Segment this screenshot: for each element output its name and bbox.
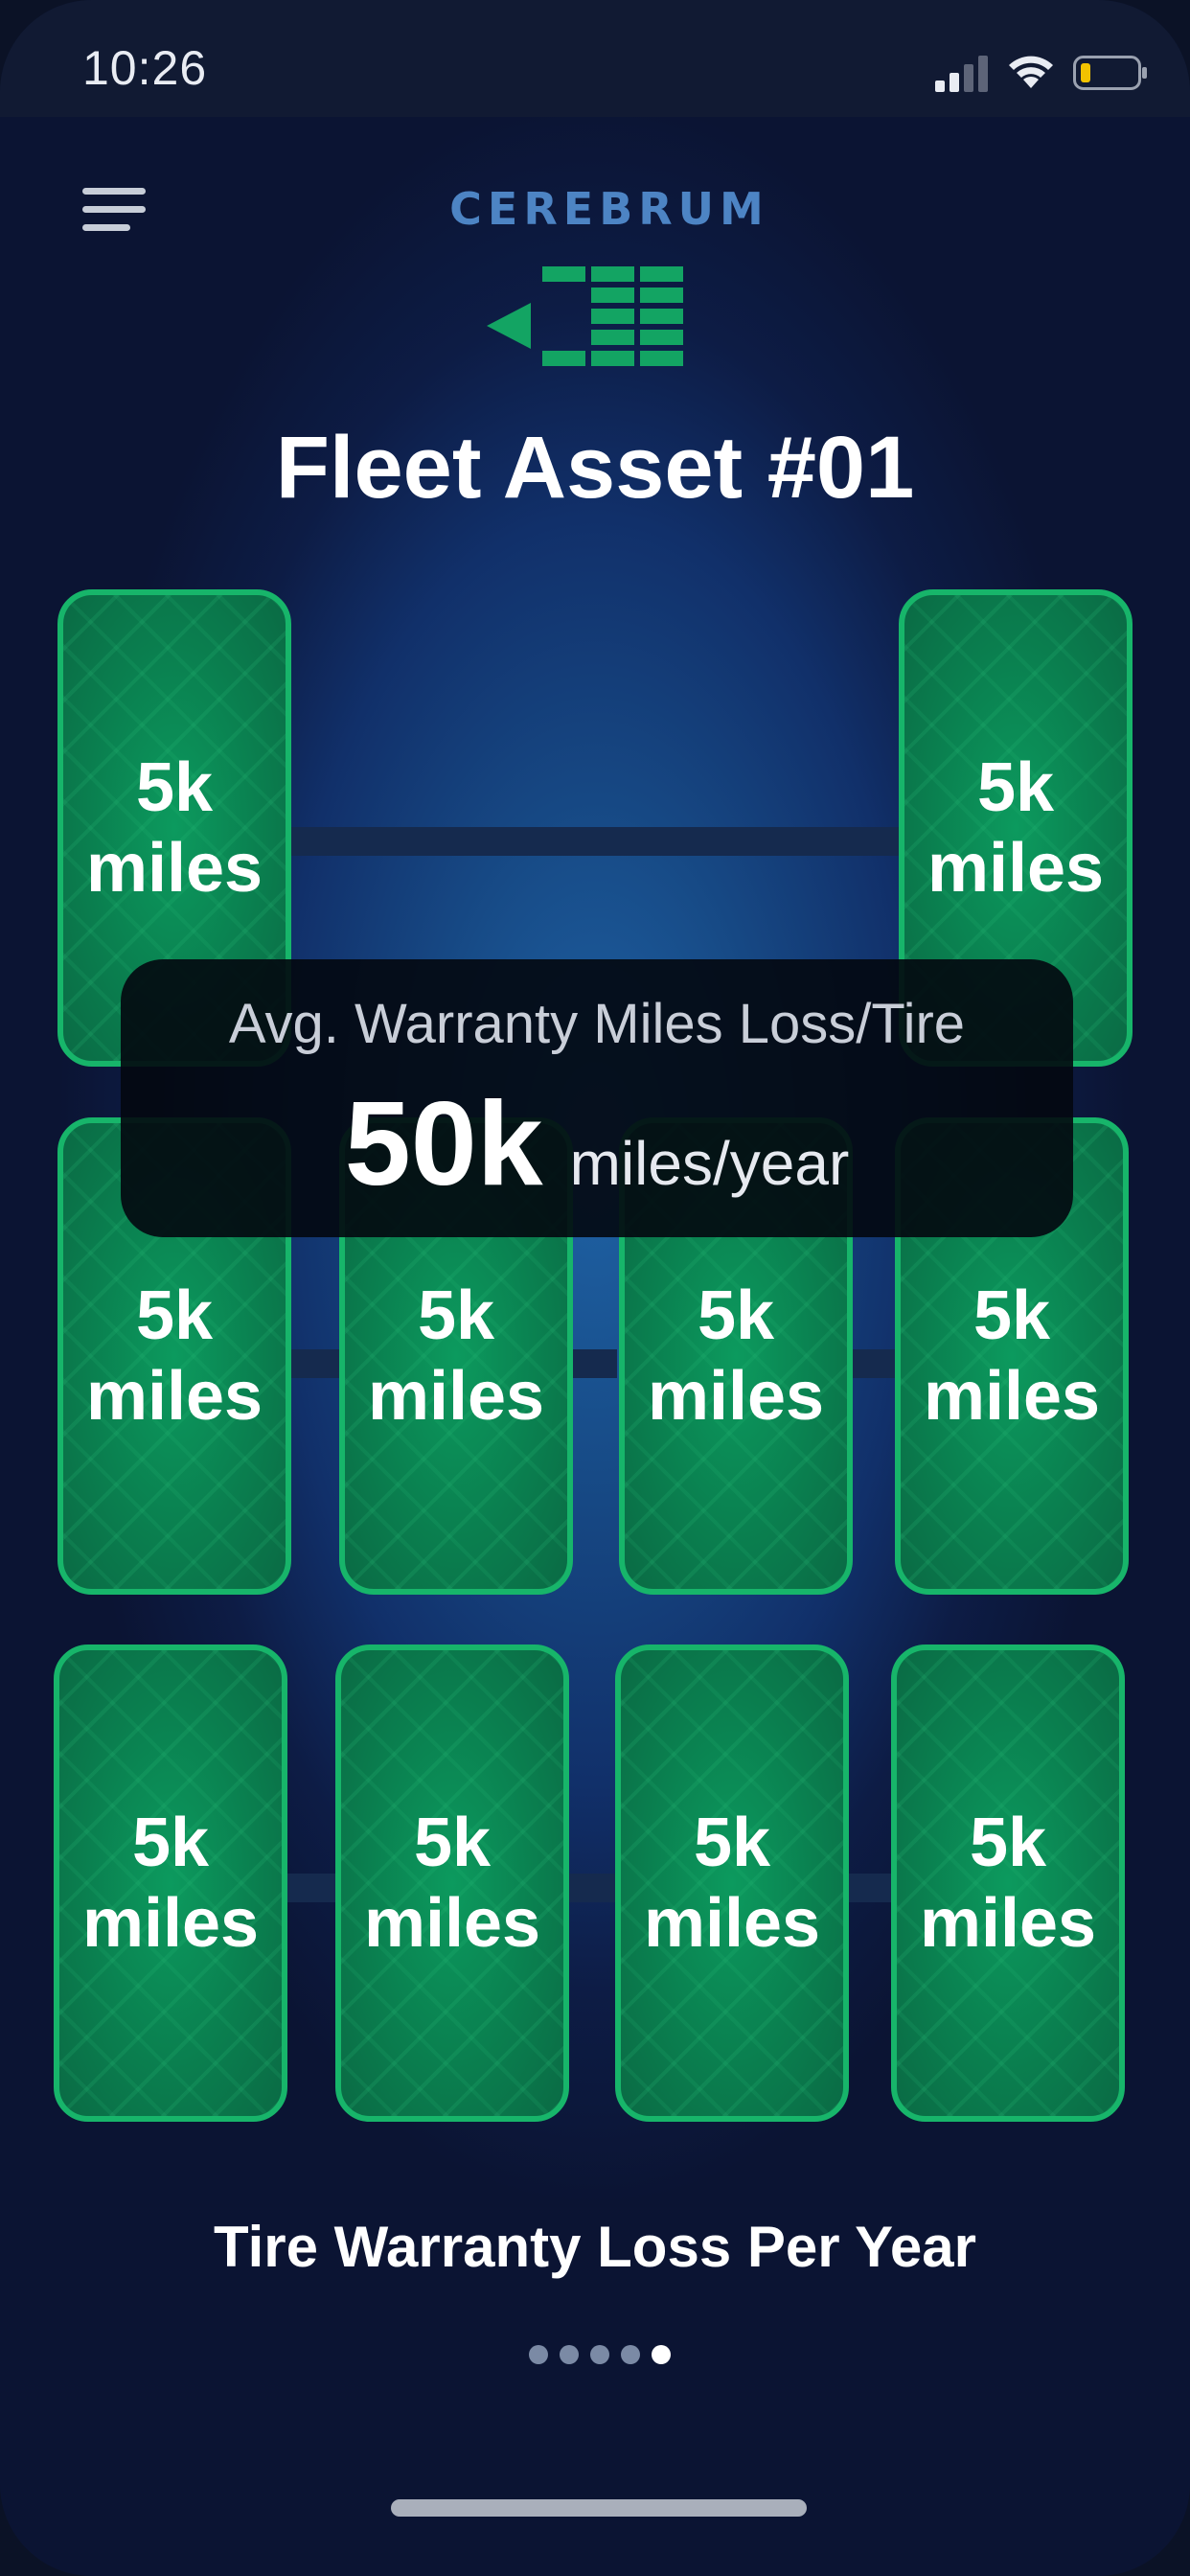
warranty-stat-card: Avg. Warranty Miles Loss/Tire 50k miles/y… xyxy=(121,959,1073,1237)
hamburger-menu-icon[interactable] xyxy=(82,188,146,232)
tire-rear-3[interactable]: 5k miles xyxy=(615,1644,849,2122)
middle-axle-center xyxy=(571,1349,617,1378)
page-dot-4[interactable] xyxy=(621,2345,640,2364)
tire-miles-label: 5k miles xyxy=(85,1277,263,1435)
rear-axle-right xyxy=(849,1874,897,1902)
middle-axle-right xyxy=(851,1349,899,1378)
stat-label: Avg. Warranty Miles Loss/Tire xyxy=(228,993,966,1055)
page-dot-5-active[interactable] xyxy=(652,2345,671,2364)
page-indicator xyxy=(529,2345,671,2366)
page-dot-1[interactable] xyxy=(529,2345,548,2364)
middle-axle-left xyxy=(287,1349,341,1378)
battery-icon xyxy=(1073,56,1147,90)
tire-miles-label: 5k miles xyxy=(919,1805,1097,1962)
footer-caption: Tire Warranty Loss Per Year xyxy=(214,2215,976,2279)
tire-miles-label: 5k miles xyxy=(367,1277,545,1435)
tire-miles-label: 5k miles xyxy=(81,1805,260,1962)
tire-rear-1[interactable]: 5k miles xyxy=(54,1644,287,2122)
rear-axle-center xyxy=(569,1874,615,1902)
stat-unit: miles/year xyxy=(569,1129,850,1198)
tire-miles-label: 5k miles xyxy=(363,1805,541,1962)
brand-mark-icon xyxy=(487,266,683,366)
tire-miles-label: 5k miles xyxy=(923,1277,1101,1435)
svg-text:CEREBRUM: CEREBRUM xyxy=(449,188,769,230)
tire-miles-label: 5k miles xyxy=(927,749,1105,907)
stat-value: 50k xyxy=(344,1078,543,1210)
front-axle xyxy=(287,827,901,856)
tire-miles-label: 5k miles xyxy=(643,1805,821,1962)
tire-rear-4[interactable]: 5k miles xyxy=(891,1644,1125,2122)
cellular-signal-icon xyxy=(935,56,988,92)
tire-rear-2[interactable]: 5k miles xyxy=(335,1644,569,2122)
page-dot-2[interactable] xyxy=(560,2345,579,2364)
page-title: Fleet Asset #01 xyxy=(275,419,915,517)
app-screen: 10:26 CEREBRUM Fleet Asset #01 5k miles … xyxy=(0,0,1190,2576)
rear-axle-left xyxy=(286,1874,339,1902)
status-time: 10:26 xyxy=(82,41,208,95)
tire-miles-label: 5k miles xyxy=(647,1277,825,1435)
wifi-icon xyxy=(1009,56,1053,88)
brand-logo: CEREBRUM xyxy=(449,188,769,230)
stat-row: 50k miles/year xyxy=(121,1076,1073,1212)
home-indicator[interactable] xyxy=(391,2499,807,2517)
status-bar: 10:26 xyxy=(0,0,1190,117)
tire-miles-label: 5k miles xyxy=(85,749,263,907)
page-dot-3[interactable] xyxy=(590,2345,609,2364)
